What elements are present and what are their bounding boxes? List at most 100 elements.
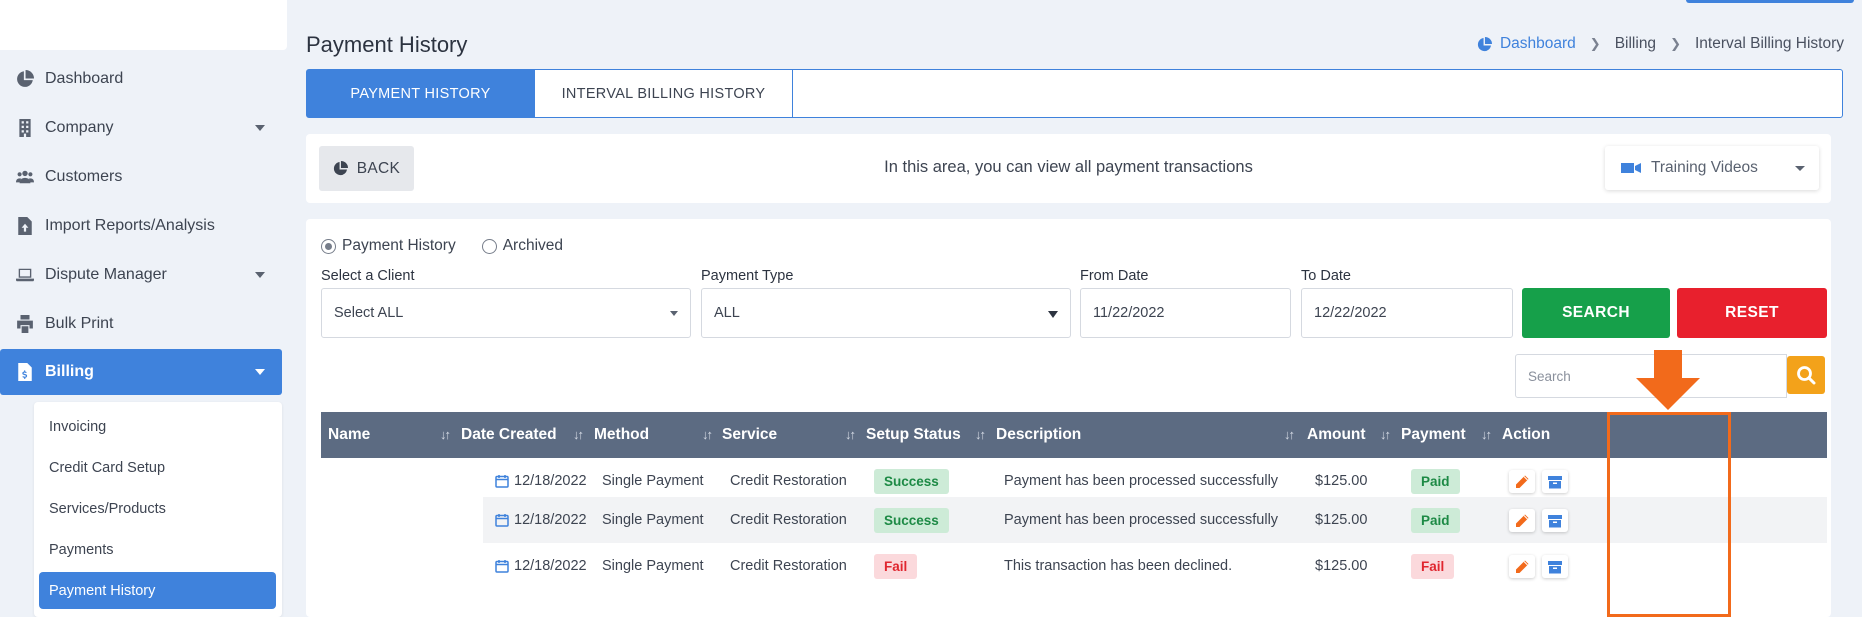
cell-service: Credit Restoration [730, 512, 847, 528]
cell-description: Payment has been processed successfully [1004, 512, 1279, 528]
column-header-method[interactable]: Method [594, 412, 649, 458]
sort-icon[interactable]: ↓↑ [1380, 427, 1391, 442]
sidebar-item-customers[interactable]: Customers [0, 154, 282, 200]
submenu-item-services-products[interactable]: Services/Products [39, 490, 276, 527]
sort-icon[interactable]: ↓↑ [975, 427, 986, 442]
arrow-down-annotation [1636, 350, 1700, 410]
pencil-icon [1516, 560, 1529, 573]
to-date-input[interactable]: 12/22/2022 [1301, 288, 1513, 338]
sidebar-item-dashboard[interactable]: Dashboard [0, 56, 282, 102]
cell-service: Credit Restoration [730, 558, 847, 574]
submenu-label: Services/Products [49, 500, 166, 517]
sidebar-item-import-reports[interactable]: Import Reports/Analysis [0, 203, 282, 249]
chevron-down-icon [255, 272, 265, 278]
search-icon[interactable] [1787, 356, 1825, 394]
search-placeholder: Search [1528, 368, 1571, 384]
breadcrumb: Dashboard ❯ Billing ❯ Interval Billing H… [1477, 35, 1844, 53]
status-badge: Success [874, 468, 949, 494]
edit-button[interactable] [1509, 555, 1535, 578]
submenu-label: Payment History [49, 582, 156, 599]
payment-history-panel: Payment History Archived Select a Client… [306, 219, 1831, 617]
chevron-right-icon: ❯ [1589, 36, 1601, 51]
edit-button[interactable] [1509, 470, 1535, 493]
payment-badge: Paid [1411, 468, 1460, 494]
building-icon [14, 117, 36, 139]
users-icon [14, 166, 36, 188]
chevron-down-icon [1048, 311, 1058, 318]
tab-payment-history[interactable]: PAYMENT HISTORY [307, 70, 535, 117]
radio-payment-history[interactable] [321, 238, 336, 254]
cell-setup-status: Success [874, 497, 949, 543]
radio-archived[interactable] [481, 238, 497, 254]
archive-icon [1548, 475, 1562, 488]
sort-icon[interactable]: ↓↑ [573, 427, 584, 442]
column-header-amount[interactable]: Amount [1307, 412, 1366, 458]
pencil-icon [1516, 475, 1529, 488]
payment-type-label: Payment Type [701, 268, 794, 284]
breadcrumb-dashboard[interactable]: Dashboard [1477, 35, 1576, 53]
date-value: 12/18/2022 [514, 473, 587, 489]
edit-button[interactable] [1509, 509, 1535, 532]
submenu-item-payments[interactable]: Payments [39, 531, 276, 568]
sort-icon[interactable]: ↓↑ [702, 427, 713, 442]
invoice-icon [14, 361, 36, 383]
cell-method: Single Payment [602, 558, 704, 574]
page-title: Payment History [306, 32, 468, 57]
cell-description: This transaction has been declined. [1004, 558, 1233, 574]
cell-date-created: 12/18/2022 [495, 543, 587, 589]
chevron-right-icon: ❯ [1670, 36, 1681, 51]
client-select[interactable]: Select ALL [321, 288, 691, 338]
training-videos-label: Training Videos [1651, 159, 1758, 176]
payment-badge: Paid [1411, 507, 1460, 533]
submenu-label: Credit Card Setup [49, 459, 166, 476]
sidebar-item-company[interactable]: Company [0, 105, 282, 151]
submenu-item-credit-card-setup[interactable]: Credit Card Setup [39, 449, 276, 486]
archive-button[interactable] [1542, 555, 1568, 578]
reset-button[interactable]: RESET [1677, 288, 1827, 338]
sidebar-item-label: Dispute Manager [45, 266, 167, 283]
breadcrumb-billing[interactable]: Billing [1615, 35, 1656, 53]
column-header-service[interactable]: Service [722, 412, 777, 458]
from-date-input[interactable]: 11/22/2022 [1080, 288, 1291, 338]
column-header-setup-status[interactable]: Setup Status [866, 412, 961, 458]
search-button[interactable]: SEARCH [1522, 288, 1670, 338]
submenu-item-invoicing[interactable]: Invoicing [39, 408, 276, 445]
pencil-icon [1516, 514, 1529, 527]
sort-icon[interactable]: ↓↑ [440, 427, 451, 442]
tab-bar: PAYMENT HISTORY INTERVAL BILLING HISTORY [306, 69, 1843, 118]
column-header-payment[interactable]: Payment [1401, 412, 1466, 458]
sort-icon[interactable]: ↓↑ [1284, 427, 1295, 442]
column-header-description[interactable]: Description [996, 412, 1081, 458]
archive-button[interactable] [1542, 509, 1568, 532]
billing-submenu: Invoicing Credit Card Setup Services/Pro… [34, 402, 282, 617]
radio-label: Payment History [342, 237, 456, 254]
sidebar-item-billing[interactable]: Billing [0, 349, 282, 395]
status-badge: Success [874, 507, 949, 533]
calendar-icon [495, 514, 509, 527]
archive-button[interactable] [1542, 470, 1568, 493]
training-videos-dropdown[interactable]: Training Videos [1605, 146, 1819, 190]
tab-interval-billing-history[interactable]: INTERVAL BILLING HISTORY [535, 70, 793, 117]
sidebar-item-dispute-manager[interactable]: Dispute Manager [0, 252, 282, 298]
client-label: Select a Client [321, 268, 415, 284]
from-date-label: From Date [1080, 268, 1149, 284]
pie-chart-icon [1477, 36, 1492, 51]
breadcrumb-label: Dashboard [1499, 35, 1576, 52]
cell-amount: $125.00 [1315, 558, 1368, 574]
radio-label: Archived [502, 237, 564, 254]
sort-icon[interactable]: ↓↑ [1481, 427, 1492, 442]
cell-payment: Paid [1411, 497, 1460, 543]
sidebar-item-label: Company [45, 119, 114, 136]
to-date-value: 12/22/2022 [1314, 305, 1387, 321]
sort-icon[interactable]: ↓↑ [845, 427, 856, 442]
payment-type-select[interactable]: ALL [701, 288, 1071, 338]
info-card: BACK In this area, you can view all paym… [306, 134, 1831, 203]
cell-payment: Fail [1411, 543, 1455, 589]
sidebar-item-bulk-print[interactable]: Bulk Print [0, 301, 282, 347]
column-header-name[interactable]: Name [328, 412, 370, 458]
logo-area [0, 0, 287, 50]
sidebar-item-label: Import Reports/Analysis [45, 217, 215, 234]
submenu-item-payment-history[interactable]: Payment History [39, 572, 276, 609]
column-header-date-created[interactable]: Date Created [461, 412, 557, 458]
top-accent-bar [1686, 0, 1854, 3]
